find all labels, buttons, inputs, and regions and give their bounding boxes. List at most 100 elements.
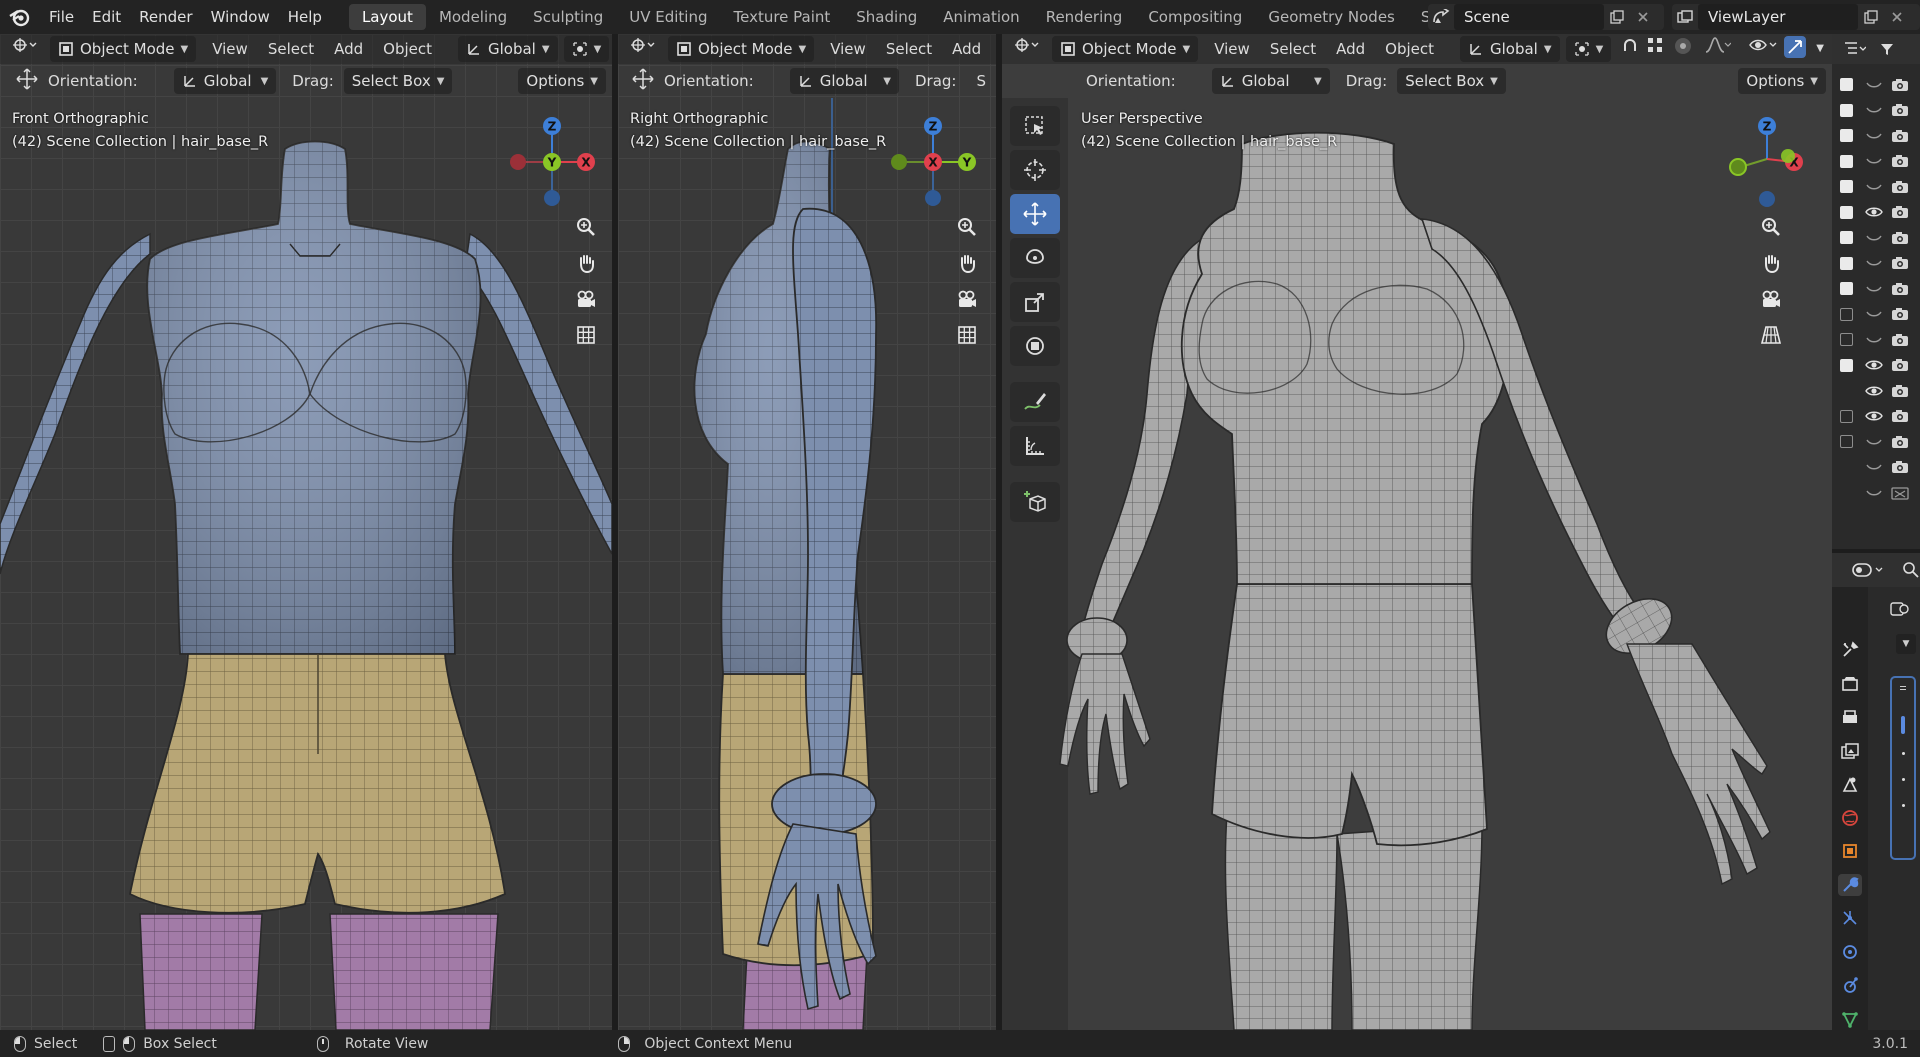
menu-select[interactable]: Select [258,36,324,62]
mode-dropdown[interactable]: Object Mode ▼ [50,36,197,62]
menu-add[interactable]: Add [942,36,991,62]
eye-closed-icon[interactable] [1865,79,1883,91]
outliner-row[interactable] [1832,225,1920,250]
render-camera-icon[interactable] [1891,486,1909,500]
select-box-tool-icon[interactable] [1010,106,1060,146]
viewport-perspective[interactable]: Object Mode ▼ View Select Add Object Glo… [1002,34,1832,1030]
exclude-checkbox[interactable] [1840,154,1853,168]
eye-closed-icon[interactable] [1865,436,1883,448]
menu-view[interactable]: View [1204,36,1260,62]
tab-animation[interactable]: Animation [930,4,1032,30]
render-camera-icon[interactable] [1891,358,1909,372]
orientation-dropdown[interactable]: Global ▼ [173,68,277,94]
options-dropdown[interactable]: Options ▼ [1738,68,1826,94]
render-camera-icon[interactable] [1891,282,1909,296]
object-properties-icon[interactable] [1838,840,1862,863]
render-camera-icon[interactable] [1891,256,1909,270]
render-camera-icon[interactable] [1891,460,1909,474]
outliner-row[interactable] [1832,327,1920,352]
search-icon[interactable] [1902,561,1920,579]
outliner-row[interactable] [1832,429,1920,454]
eye-closed-icon[interactable] [1865,232,1883,244]
exclude-checkbox[interactable] [1840,78,1853,91]
outliner-row[interactable] [1832,98,1920,123]
scroll-thumb[interactable] [1901,716,1905,734]
editor-type-icon[interactable] [0,36,50,62]
outliner-row[interactable] [1832,378,1920,403]
render-properties-icon[interactable] [1838,673,1862,696]
mode-dropdown[interactable]: Object Mode ▼ [1052,36,1199,62]
outliner-editor-icon[interactable] [1844,41,1866,57]
measure-tool-icon[interactable] [1010,426,1060,466]
falloff-icon[interactable] [1699,36,1737,62]
scene-browse-icon[interactable] [1428,4,1454,30]
particles-properties-icon[interactable] [1838,907,1862,930]
outliner-row[interactable] [1832,123,1920,148]
outliner-row[interactable] [1832,200,1920,225]
tool-properties-icon[interactable] [1838,639,1862,662]
tab-layout[interactable]: Layout [348,4,426,30]
render-camera-icon[interactable] [1891,180,1909,194]
eye-closed-icon[interactable] [1865,308,1883,320]
drag-dropdown[interactable]: Select Box ▼ [1397,68,1506,94]
orientation-dropdown[interactable]: Global ▼ [1211,68,1330,94]
exclude-checkbox[interactable] [1840,129,1853,142]
drag-value[interactable]: S [966,68,996,94]
editor-type-icon[interactable] [618,36,668,62]
options-dropdown[interactable]: Options ▼ [518,68,606,94]
pan-hand-icon[interactable] [571,248,601,278]
properties-pin-icon[interactable] [1872,594,1916,624]
delete-scene-icon[interactable] [1630,4,1656,30]
render-camera-icon[interactable] [1891,409,1909,423]
output-properties-icon[interactable] [1838,706,1862,729]
view-layer-browse-icon[interactable] [1672,4,1698,30]
zoom-icon[interactable] [952,212,982,242]
outliner-row[interactable] [1832,174,1920,199]
exclude-checkbox[interactable] [1840,103,1853,117]
eye-closed-icon[interactable] [1865,334,1883,346]
properties-options-chevron-icon[interactable]: ▼ [1896,634,1916,654]
view-layer-properties-icon[interactable] [1838,740,1862,763]
transform-tool-icon[interactable] [1010,326,1060,366]
drag-dropdown[interactable]: Select Box ▼ [343,68,453,94]
menu-object[interactable]: Object [373,36,442,62]
menu-file[interactable]: File [40,0,83,34]
tab-texture-paint[interactable]: Texture Paint [720,4,843,30]
tab-modeling[interactable]: Modeling [426,4,520,30]
outliner-row[interactable] [1832,276,1920,301]
transform-orientation-dropdown[interactable]: Global ▼ [1460,36,1560,62]
exclude-checkbox[interactable] [1840,256,1853,270]
mode-dropdown[interactable]: Object Mode ▼ [668,36,815,62]
tab-rendering[interactable]: Rendering [1033,4,1136,30]
camera-view-icon[interactable] [1756,284,1786,314]
outliner-row[interactable] [1832,353,1920,378]
ortho-grid-icon[interactable] [571,320,601,350]
navigation-gizmo[interactable]: Z X Y [497,104,607,214]
outliner-row[interactable] [1832,404,1920,429]
render-camera-icon[interactable] [1891,103,1909,117]
tab-shading[interactable]: Shading [843,4,930,30]
exclude-checkbox[interactable] [1840,282,1853,295]
render-camera-icon[interactable] [1891,78,1909,92]
render-camera-icon[interactable] [1891,435,1909,449]
render-camera-icon[interactable] [1891,129,1909,143]
scene-properties-icon[interactable] [1838,773,1862,796]
eye-closed-icon[interactable] [1865,257,1883,269]
tab-uv-editing[interactable]: UV Editing [616,4,720,30]
navigation-gizmo[interactable]: Z X [1714,104,1824,214]
eye-open-icon[interactable] [1865,206,1883,218]
exclude-checkbox[interactable] [1840,205,1853,219]
menu-view[interactable]: View [202,36,258,62]
camera-view-icon[interactable] [952,284,982,314]
filter-icon[interactable] [1880,42,1894,56]
outliner-row[interactable] [1832,72,1920,97]
pivot-dropdown[interactable]: ▼ [1565,36,1612,62]
outliner-row[interactable] [1832,480,1920,505]
visibility-toggle-icon[interactable] [1744,36,1782,62]
chevron-down-icon[interactable]: ▼ [1808,36,1832,62]
gizmo-toggle-icon[interactable] [1782,36,1808,62]
transform-orientation-dropdown[interactable]: Global ▼ [458,36,558,62]
menu-window[interactable]: Window [202,0,279,34]
outliner-row[interactable] [1832,149,1920,174]
pan-hand-icon[interactable] [1756,248,1786,278]
